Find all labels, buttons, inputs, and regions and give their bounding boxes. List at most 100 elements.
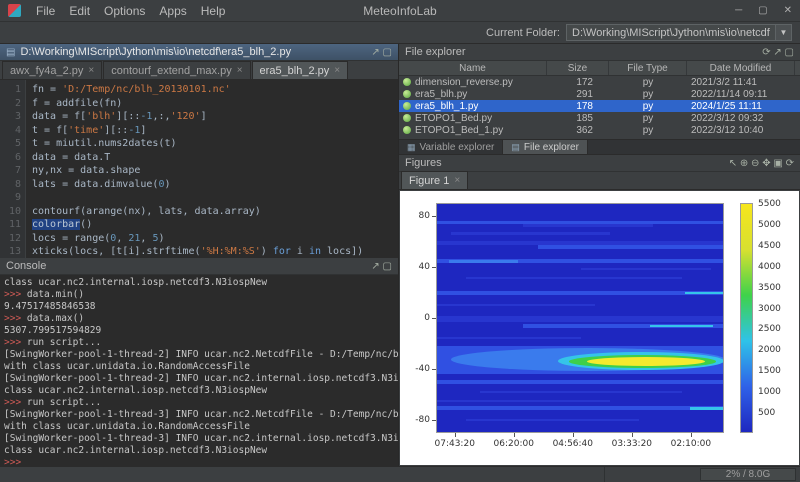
contourf-plot[interactable] [436, 203, 724, 433]
close-button[interactable]: ✕ [784, 5, 792, 16]
y-tick-mark [432, 420, 436, 421]
refresh-icon[interactable]: ⟳ [762, 47, 773, 58]
date-modified-cell: 2022/3/12 09:32 [687, 113, 795, 124]
column-header-size[interactable]: Size [547, 61, 609, 75]
file-type-cell: py [609, 89, 687, 100]
colorbar-tick-label: 4000 [758, 262, 790, 272]
x-tick-mark [455, 433, 456, 437]
code-line: contourf(arange(nx), lats, data.array) [32, 205, 398, 219]
x-tick-mark [514, 433, 515, 437]
column-header-file-type[interactable]: File Type [609, 61, 687, 75]
heat-band [451, 232, 609, 235]
editor-tab-label: awx_fy4a_2.py [10, 65, 83, 77]
console-line: >>> data.max() [4, 313, 398, 325]
figures-toolbar-icons: ↖ ⊕ ⊖ ✥ ▣ ⟳ [729, 157, 794, 169]
python-file-icon [403, 114, 411, 122]
colorbar-tick-label: 1500 [758, 366, 790, 376]
table-row[interactable]: era5_blh.py291py2022/11/14 09:11 [399, 88, 800, 100]
file-type-cell: py [609, 77, 687, 88]
select-arrow-icon[interactable]: ↖ [729, 158, 740, 169]
console-prompt: >>> [4, 457, 27, 466]
line-number: 1 [0, 83, 21, 97]
console-line: >>> data.min() [4, 289, 398, 301]
current-folder-value: D:\Working\MIScript\Jython\mis\io\netcdf [572, 27, 775, 39]
maximize-panel-icon[interactable]: ▢ [785, 47, 794, 58]
heat-band [449, 260, 518, 263]
maximize-button[interactable]: ▢ [758, 5, 767, 16]
python-file-icon [403, 90, 411, 98]
float-panel-icon[interactable]: ↗ [371, 261, 382, 272]
code-editor[interactable]: 12345678910111213 fn = 'D:/Temp/nc/blh_2… [0, 80, 398, 258]
table-row[interactable]: dimension_reverse.py172py2021/3/2 11:41 [399, 76, 800, 88]
zoom-out-icon[interactable]: ⊖ [751, 158, 762, 169]
float-panel-icon[interactable]: ↗ [773, 47, 784, 58]
tab-file-explorer[interactable]: ▤File explorer [503, 140, 588, 154]
colorbar-tick-label: 3500 [758, 283, 790, 293]
right-column: File explorer ⟳ ↗ ▢ NameSizeFile TypeDat… [399, 44, 800, 466]
line-number: 3 [0, 110, 21, 124]
menu-help[interactable]: Help [194, 2, 233, 20]
full-extent-icon[interactable]: ▣ [773, 158, 785, 169]
editor-panel: ▤ D:\Working\MIScript\Jython\mis\io\netc… [0, 44, 398, 258]
figure-tab[interactable]: Figure 1 × [401, 171, 468, 189]
window-controls: ─ ▢ ✕ [735, 5, 792, 16]
tab-variable-explorer[interactable]: ▦Variable explorer [399, 140, 503, 154]
current-folder-combobox[interactable]: D:\Working\MIScript\Jython\mis\io\netcdf… [566, 24, 792, 41]
heat-band [437, 304, 595, 307]
zoom-in-icon[interactable]: ⊕ [740, 158, 751, 169]
heat-band [437, 291, 724, 295]
figures-header: Figures ↖ ⊕ ⊖ ✥ ▣ ⟳ [399, 155, 800, 172]
table-row[interactable]: ETOPO1_Bed.py185py2022/3/12 09:32 [399, 112, 800, 124]
y-tick-mark [432, 369, 436, 370]
combo-dropdown-button[interactable]: ▼ [775, 25, 791, 40]
console-text: class ucar.nc2.internal.iosp.netcdf3.N3i… [4, 277, 267, 288]
close-tab-icon[interactable]: × [237, 65, 243, 76]
maximize-panel-icon[interactable]: ▢ [383, 47, 392, 58]
column-header-date-modified[interactable]: Date Modified [687, 61, 795, 75]
float-panel-icon[interactable]: ↗ [371, 47, 382, 58]
rotate-icon[interactable]: ⟳ [786, 158, 794, 169]
date-modified-cell: 2024/1/25 11:11 [687, 101, 795, 112]
file-name-cell: era5_blh_1.py [399, 101, 547, 112]
pan-icon[interactable]: ✥ [762, 158, 773, 169]
menu-options[interactable]: Options [97, 2, 152, 20]
minimize-button[interactable]: ─ [735, 5, 742, 16]
code-line: data = data.T [32, 151, 398, 165]
file-explorer-header: File explorer ⟳ ↗ ▢ [399, 44, 800, 61]
table-row[interactable]: era5_blh_1.py178py2024/1/25 11:11 [399, 100, 800, 112]
console-text: 5307.799517594829 [4, 325, 101, 336]
console-line: class ucar.nc2.internal.iosp.netcdf3.N3i… [4, 445, 398, 457]
column-header-name[interactable]: Name [399, 61, 547, 75]
console-output[interactable]: class ucar.nc2.internal.iosp.netcdf3.N3i… [0, 275, 398, 466]
close-figure-icon[interactable]: × [454, 175, 460, 186]
memory-indicator[interactable]: 2% / 8.0G [700, 468, 796, 481]
maximize-panel-icon[interactable]: ▢ [383, 261, 392, 272]
close-tab-icon[interactable]: × [88, 65, 94, 76]
table-row[interactable]: ETOPO1_Bed_1.py362py2022/3/12 10:40 [399, 124, 800, 136]
editor-tab-era5_blh_2-py[interactable]: era5_blh_2.py× [252, 61, 349, 79]
menu-file[interactable]: File [29, 2, 62, 20]
file-name-cell: era5_blh.py [399, 89, 547, 100]
code-text[interactable]: fn = 'D:/Temp/nc/blh_20130101.nc'f = add… [26, 80, 398, 258]
code-line: lats = data.dimvalue(0) [32, 178, 398, 192]
file-explorer-panel: File explorer ⟳ ↗ ▢ NameSizeFile TypeDat… [399, 44, 800, 154]
menu-apps[interactable]: Apps [152, 2, 193, 20]
figure-canvas[interactable]: 80400-40-8007:43:2006:20:0004:56:4003:33… [400, 191, 799, 465]
editor-tab-awx_fy4a_2-py[interactable]: awx_fy4a_2.py × [2, 61, 102, 79]
console-text: data.max() [27, 313, 84, 324]
console-header-icons: ↗ ▢ [371, 260, 392, 272]
editor-tab-contourf_extend_max-py[interactable]: contourf_extend_max.py× [103, 61, 250, 79]
file-size-cell: 172 [547, 77, 609, 88]
console-line: with class ucar.unidata.io.RandomAccessF… [4, 361, 398, 373]
python-file-icon [403, 78, 411, 86]
y-tick-label: 40 [402, 262, 430, 272]
line-number: 9 [0, 191, 21, 205]
menu-edit[interactable]: Edit [62, 2, 97, 20]
meteoinfolab-window: FileEditOptionsAppsHelp MeteoInfoLab ─▢✕… [0, 0, 800, 482]
file-list-icon: ▤ [511, 142, 520, 153]
code-line: data = f['blh'][::-1,:,'120'] [32, 110, 398, 124]
heat-band [523, 224, 653, 227]
heat-band [690, 407, 724, 410]
file-name: dimension_reverse.py [415, 77, 513, 88]
close-tab-icon[interactable]: × [334, 65, 340, 76]
